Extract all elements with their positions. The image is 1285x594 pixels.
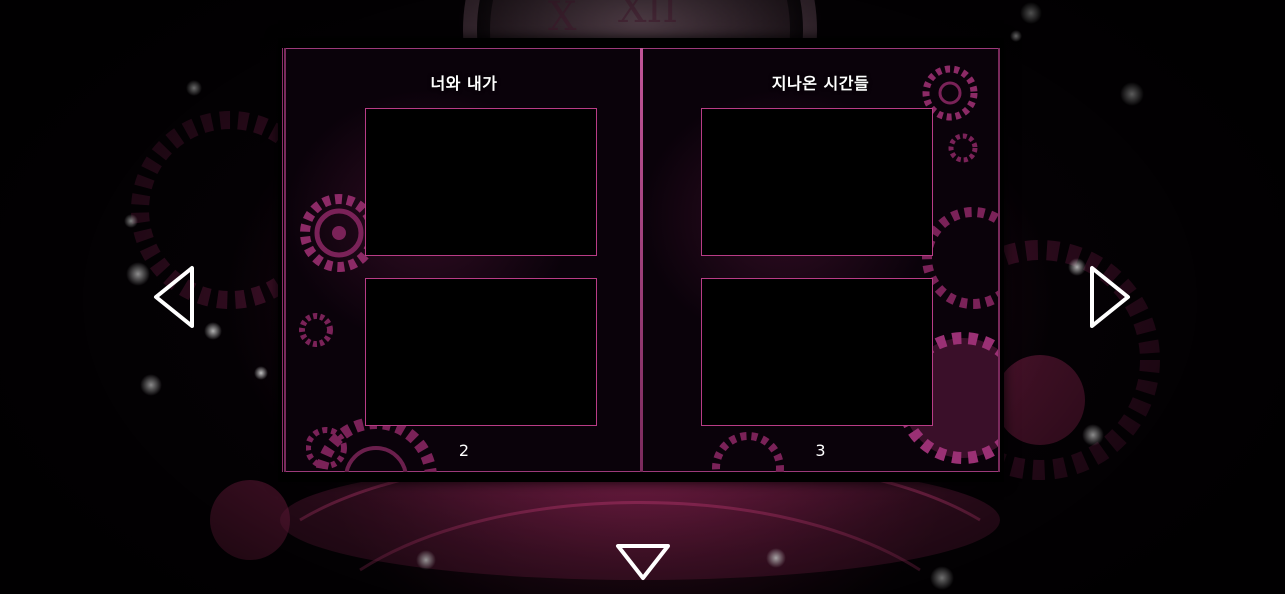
photo-slot[interactable] bbox=[365, 108, 597, 256]
album-page-left: 너와 내가 2 bbox=[284, 48, 642, 472]
sparkle bbox=[1068, 258, 1086, 276]
sparkle bbox=[186, 80, 202, 96]
sparkle bbox=[126, 262, 150, 286]
sparkle bbox=[1020, 2, 1042, 24]
sparkle bbox=[204, 322, 222, 340]
sparkle bbox=[140, 374, 162, 396]
sparkle bbox=[254, 366, 268, 380]
triangle-left-outline-icon bbox=[154, 266, 194, 328]
sparkle bbox=[1120, 82, 1144, 106]
next-page-button[interactable] bbox=[1088, 264, 1132, 330]
triangle-down-outline-icon bbox=[616, 544, 670, 580]
page-number-left: 2 bbox=[458, 441, 470, 460]
svg-text:X: X bbox=[548, 0, 577, 40]
photo-slot[interactable] bbox=[701, 108, 933, 256]
sparkle bbox=[1082, 424, 1104, 446]
sparkle bbox=[930, 566, 954, 590]
album-scene: X XII 너와 내가 2 지나온 시간들 3 bbox=[0, 0, 1285, 594]
gear-icon bbox=[299, 313, 333, 347]
photo-slot[interactable] bbox=[701, 278, 933, 426]
photo-album: 너와 내가 2 지나온 시간들 3 bbox=[278, 38, 1004, 482]
page-title-left: 너와 내가 bbox=[430, 74, 498, 93]
sparkle bbox=[766, 548, 786, 568]
photo-slot[interactable] bbox=[365, 278, 597, 426]
sparkle bbox=[1010, 30, 1022, 42]
svg-text:XII: XII bbox=[618, 0, 678, 32]
page-number-right: 3 bbox=[815, 441, 826, 460]
triangle-right-outline-icon bbox=[1090, 266, 1130, 328]
page-title-right: 지나온 시간들 bbox=[771, 74, 870, 93]
sparkle bbox=[416, 550, 436, 570]
close-album-button[interactable] bbox=[614, 542, 672, 582]
album-page-right: 지나온 시간들 3 bbox=[643, 48, 1000, 472]
sparkle bbox=[124, 214, 138, 228]
prev-page-button[interactable] bbox=[152, 264, 196, 330]
